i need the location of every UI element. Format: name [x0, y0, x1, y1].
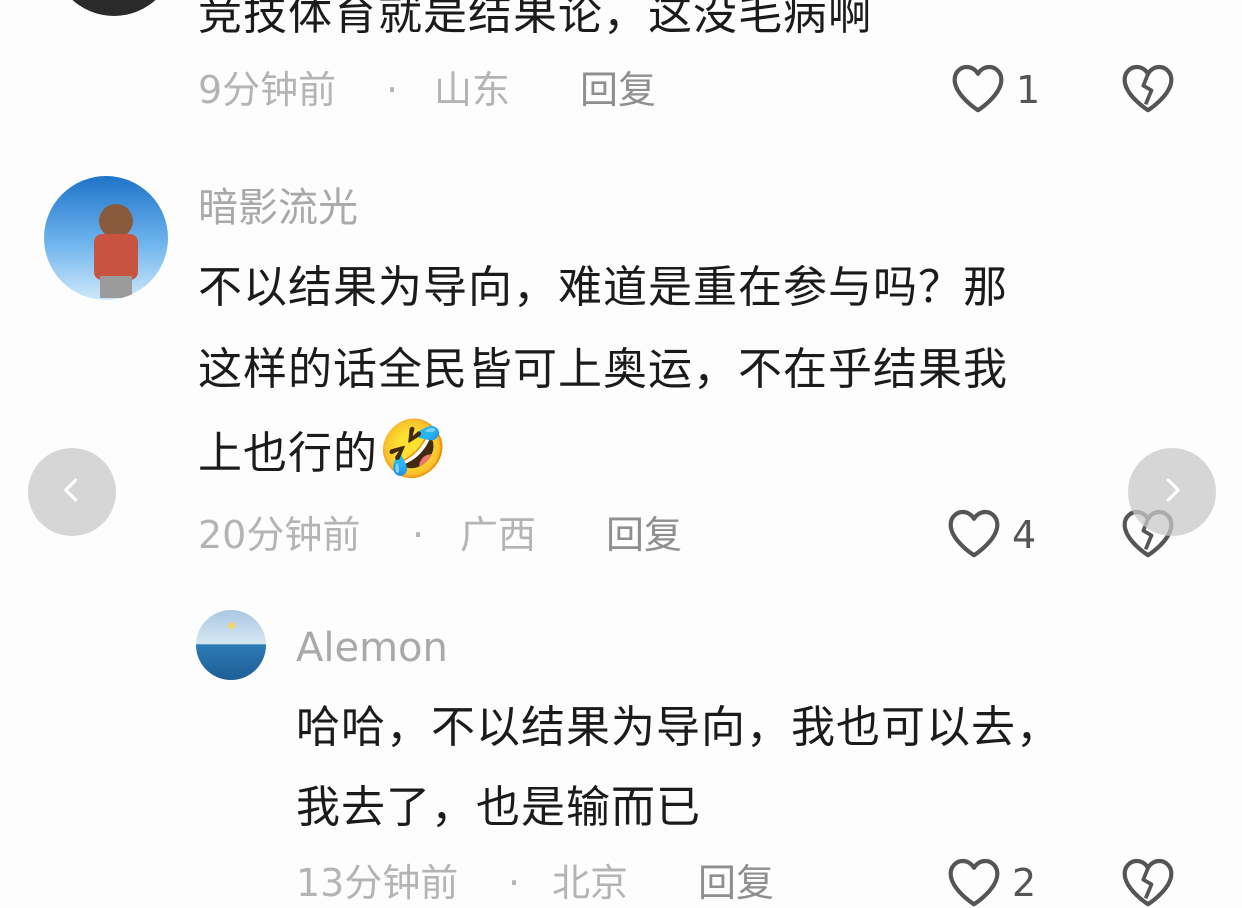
comment-2-reply-button[interactable]: 回复: [606, 510, 682, 560]
comment-2-text-line-3: 上也行的🤣: [198, 410, 449, 494]
comment-3-text-line-1: 哈哈，不以结果为导向，我也可以去，: [296, 702, 1061, 753]
comment-1-separator: ·: [386, 68, 399, 112]
heart-outline-icon[interactable]: [950, 62, 1006, 114]
avatar-comment-3[interactable]: [196, 610, 266, 680]
comment-2-time: 20分钟前: [198, 513, 361, 557]
chevron-left-icon: [57, 475, 87, 509]
comment-3-username[interactable]: Alemon: [296, 620, 448, 676]
chevron-right-icon: [1157, 475, 1187, 509]
avatar-comment-2[interactable]: [44, 176, 168, 300]
comment-3-text-line-2: 我去了，也是输而已: [296, 782, 701, 833]
comment-3-time: 13分钟前: [296, 861, 459, 905]
comment-1-reply-button[interactable]: 回复: [580, 65, 656, 115]
broken-heart-icon[interactable]: [1120, 856, 1176, 908]
comment-2-username[interactable]: 暗影流光: [198, 180, 358, 236]
broken-heart-icon[interactable]: [1120, 62, 1176, 114]
comment-3-like-count: 2: [1012, 861, 1037, 905]
comment-2-like-count: 4: [1012, 513, 1037, 557]
comment-1-location: 山东: [434, 68, 511, 112]
heart-outline-icon[interactable]: [946, 507, 1002, 559]
comment-2-text-line-1: 不以结果为导向，难道是重在参与吗？那: [198, 262, 1008, 313]
comment-2-location: 广西: [460, 513, 537, 557]
avatar-comment-1[interactable]: [52, 0, 176, 16]
comment-3-reply-button[interactable]: 回复: [698, 858, 774, 908]
comment-3-location: 北京: [552, 861, 629, 905]
laughing-emoji-icon: 🤣: [378, 417, 449, 482]
heart-outline-icon[interactable]: [946, 856, 1002, 908]
comment-2-separator: ·: [412, 513, 425, 557]
comment-2-text-line-3-content: 上也行的: [198, 428, 378, 479]
prev-button[interactable]: [28, 448, 116, 536]
comment-3-separator: ·: [508, 861, 521, 905]
comment-1-text-line-1: 竞技体育就是结果论，这没毛病啊: [198, 0, 873, 40]
comment-2-text-line-2: 这样的话全民皆可上奥运，不在乎结果我: [198, 344, 1008, 395]
comment-1-time: 9分钟前: [198, 68, 337, 112]
comment-1-like-count: 1: [1016, 68, 1041, 112]
next-button[interactable]: [1128, 448, 1216, 536]
